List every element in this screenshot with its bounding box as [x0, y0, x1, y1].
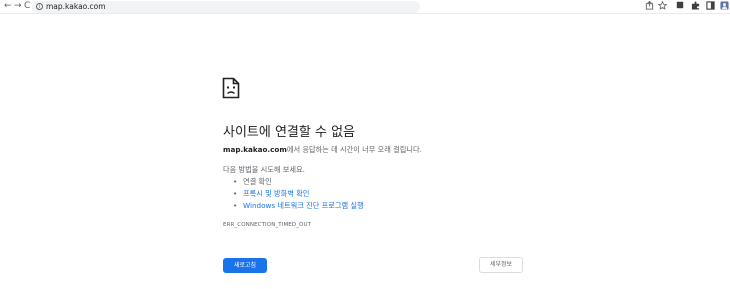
- suggestions-heading: 다음 방법을 시도해 보세요.: [223, 165, 305, 174]
- error-title: 사이트에 연결할 수 없음: [223, 125, 355, 140]
- forward-arrow-icon[interactable]: →: [14, 1, 22, 12]
- sidepanel-icon[interactable]: [705, 1, 715, 12]
- extension-icon[interactable]: [675, 1, 685, 12]
- share-icon[interactable]: [644, 0, 654, 12]
- details-button[interactable]: 세부정보: [479, 257, 523, 273]
- sad-page-icon: [222, 77, 240, 99]
- suggestion-run-diagnostics-link[interactable]: Windows 네트워크 진단 프로그램 실행: [233, 200, 364, 212]
- profile-icon[interactable]: [719, 1, 729, 12]
- bookmark-star-icon[interactable]: [657, 0, 667, 12]
- error-description: map.kakao.com에서 응답하는 데 시간이 너무 오래 걸립니다.: [223, 145, 422, 155]
- address-bar[interactable]: i map.kakao.com: [32, 1, 420, 13]
- error-code: ERR_CONNECTION_TIMED_OUT: [223, 222, 312, 228]
- suggestion-check-proxy-link[interactable]: 프록시 및 방화벽 확인: [233, 188, 364, 200]
- back-arrow-icon[interactable]: ←: [4, 1, 12, 12]
- puzzle-icon[interactable]: [690, 1, 700, 12]
- reload-icon[interactable]: C: [24, 1, 30, 12]
- reload-button[interactable]: 새로고침: [223, 258, 267, 273]
- site-info-icon[interactable]: i: [36, 3, 43, 10]
- error-host: map.kakao.com: [223, 145, 287, 154]
- url-text[interactable]: map.kakao.com: [46, 1, 106, 13]
- error-message: 에서 응답하는 데 시간이 너무 오래 걸립니다.: [286, 145, 422, 154]
- suggestions-list: 연결 확인 프록시 및 방화벽 확인 Windows 네트워크 진단 프로그램 …: [233, 176, 364, 212]
- browser-toolbar: ← → C i map.kakao.com: [0, 0, 730, 14]
- suggestion-check-connection: 연결 확인: [233, 176, 364, 188]
